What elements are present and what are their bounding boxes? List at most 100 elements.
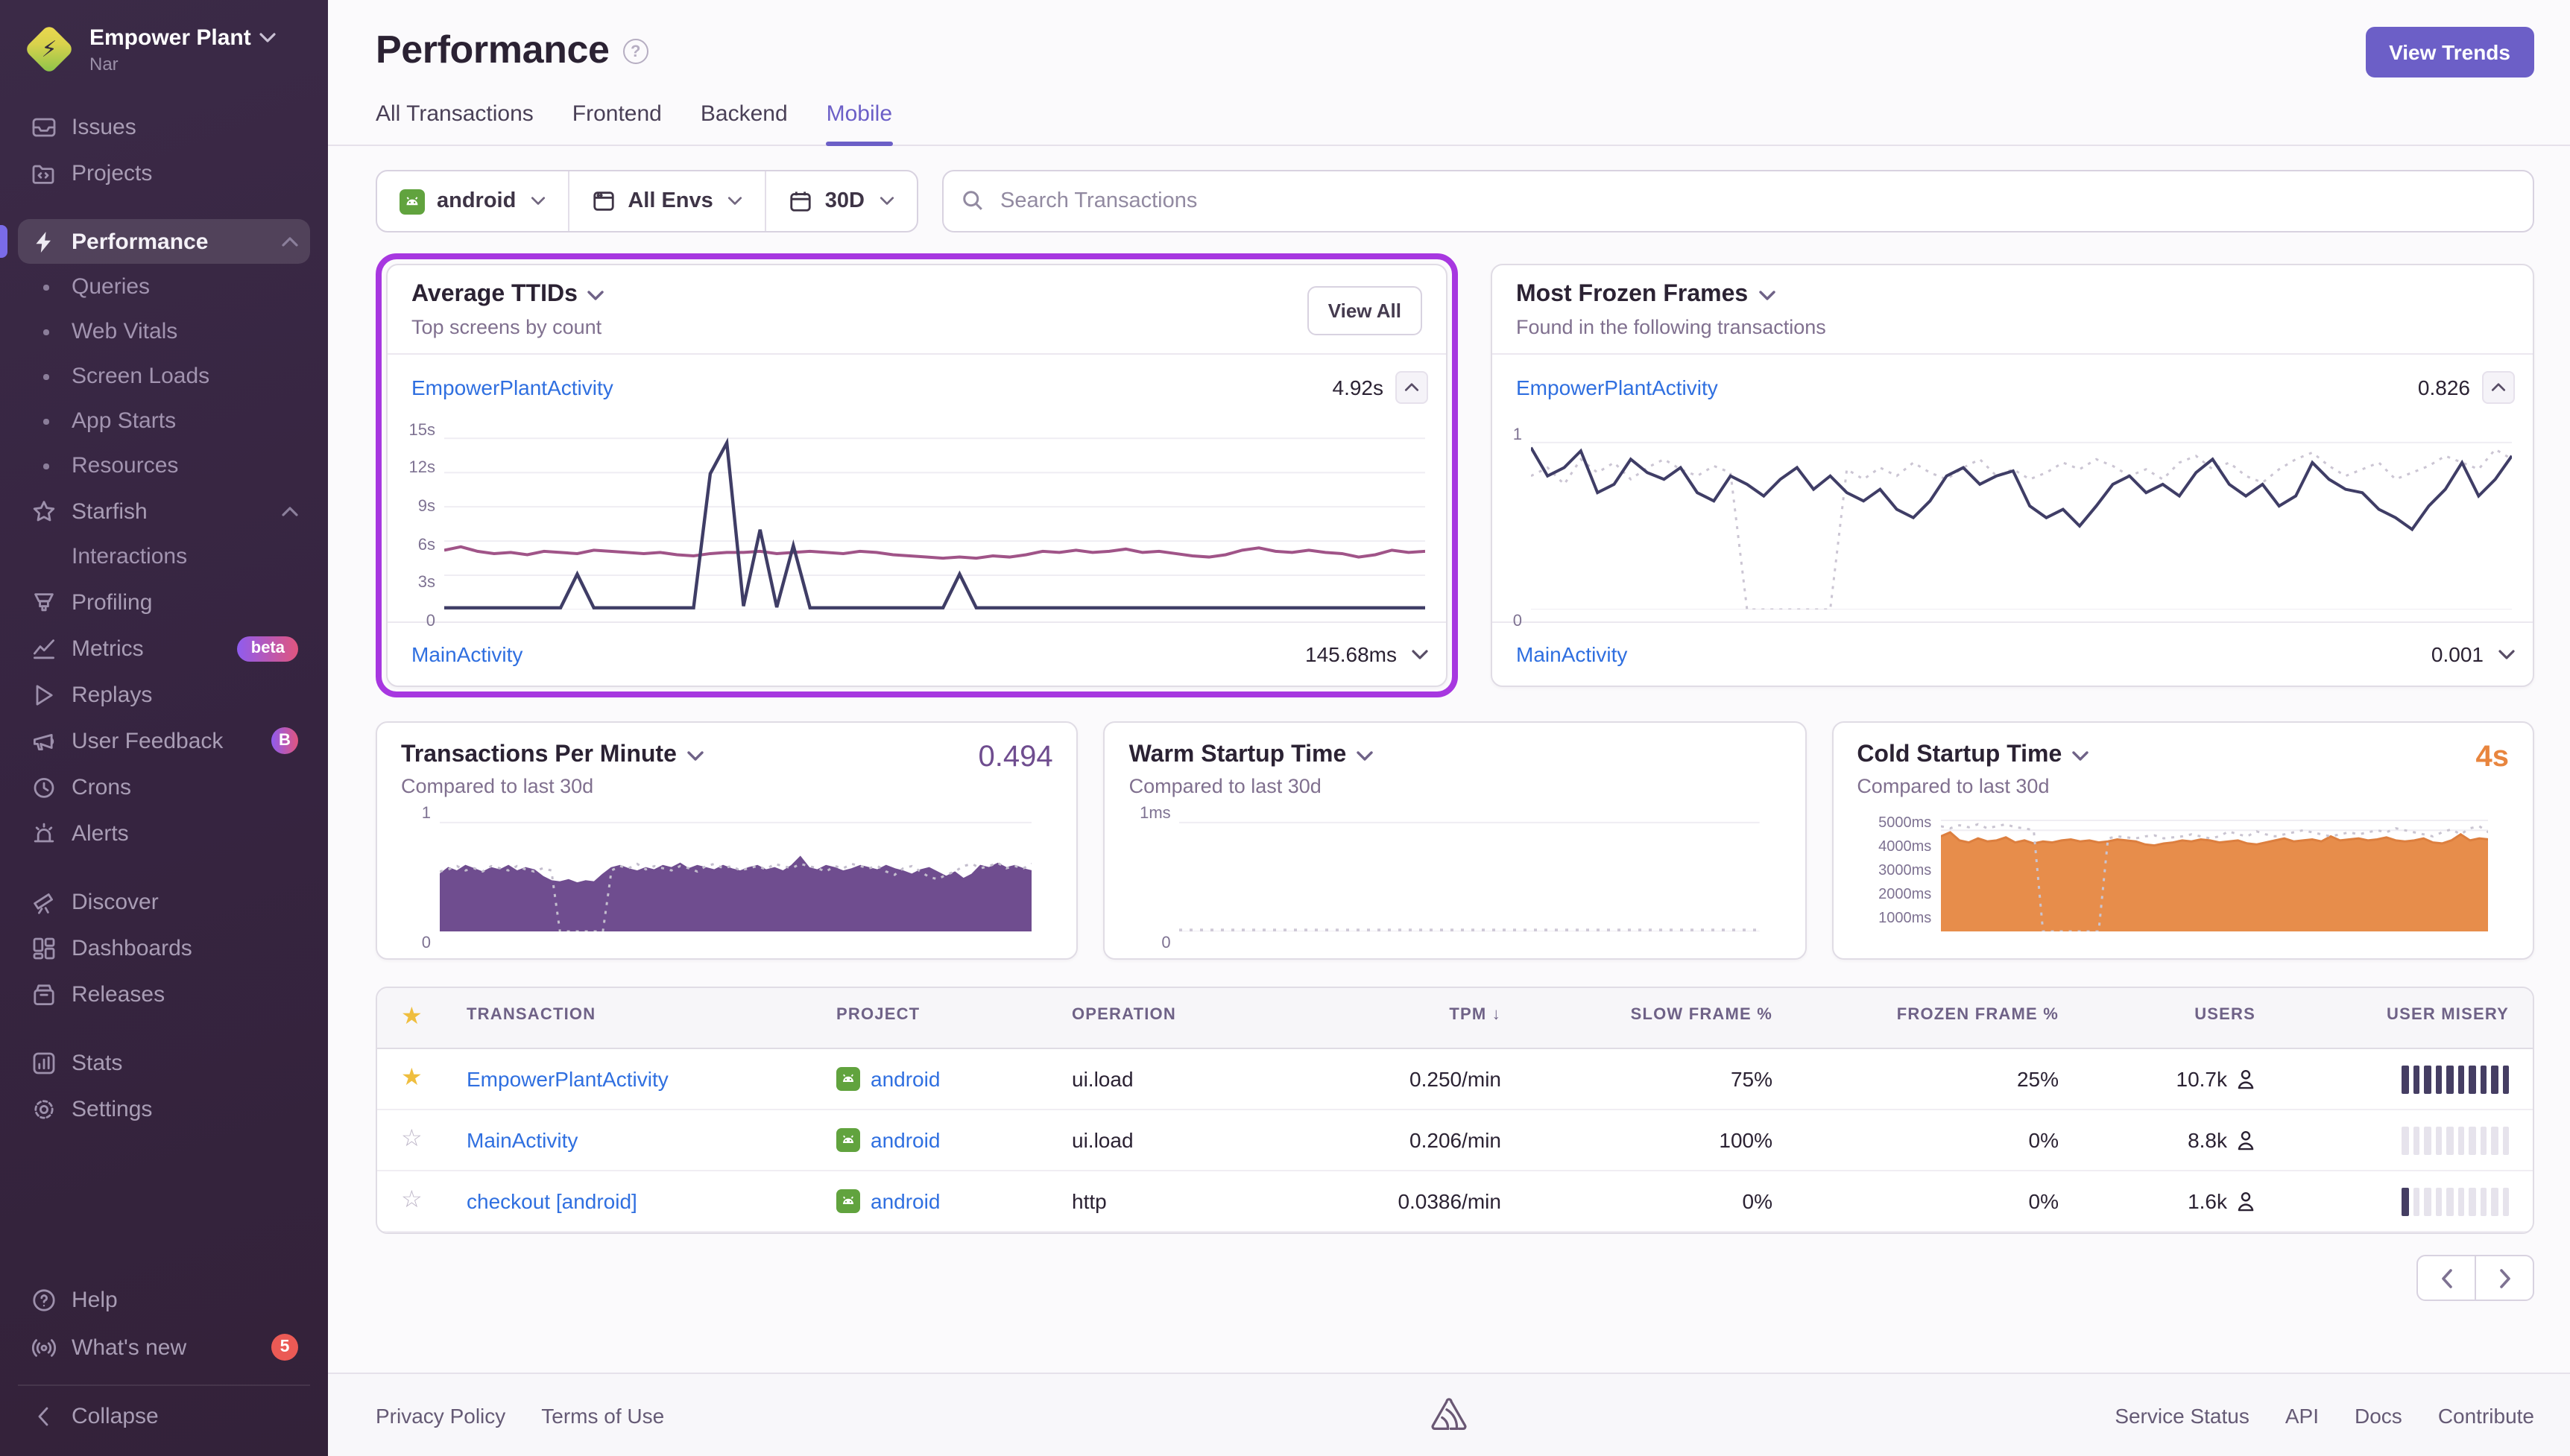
project-filter[interactable]: android	[377, 171, 568, 231]
sidebar-item-issues[interactable]: Issues	[18, 104, 310, 149]
y-axis-tick: 2000ms	[1878, 887, 1931, 903]
star-cell[interactable]: ☆	[377, 1110, 443, 1171]
cold-startup-title[interactable]: Cold Startup Time	[1857, 742, 2509, 769]
badge: beta	[238, 636, 298, 661]
help-icon[interactable]: ?	[623, 39, 648, 64]
star-outline-icon[interactable]: ☆	[401, 1189, 423, 1213]
sidebar-item-screen-loads[interactable]: Screen Loads	[18, 355, 310, 398]
star-cell[interactable]: ☆	[377, 1171, 443, 1232]
y-axis-tick: 1	[1513, 426, 1522, 444]
sidebar-item-stats[interactable]: Stats	[18, 1040, 310, 1085]
sidebar-item-help[interactable]: Help	[18, 1277, 310, 1322]
sidebar-item-performance[interactable]: Performance	[18, 219, 310, 264]
sidebar-item-collapse[interactable]: Collapse	[18, 1384, 310, 1441]
transaction-link[interactable]: checkout [android]	[467, 1189, 637, 1213]
sidebar-item-settings[interactable]: Settings	[18, 1086, 310, 1131]
users-cell: 8.8k	[2083, 1110, 2279, 1171]
sidebar-item-user-feedback[interactable]: User FeedbackB	[18, 718, 310, 763]
plot-area	[1180, 818, 1761, 931]
environment-filter[interactable]: All Envs	[568, 171, 765, 231]
tab-frontend[interactable]: Frontend	[572, 101, 662, 145]
column-header-users[interactable]: USERS	[2083, 988, 2279, 1049]
sidebar-item-projects[interactable]: Projects	[18, 151, 310, 195]
sidebar-item-starfish[interactable]: Starfish	[18, 489, 310, 534]
footer-link-privacy-policy[interactable]: Privacy Policy	[376, 1403, 505, 1427]
sidebar-item-label: Projects	[72, 160, 152, 186]
transaction-link[interactable]: EmpowerPlantActivity	[411, 376, 613, 399]
chevron-down-icon	[728, 197, 743, 206]
sidebar-item-interactions[interactable]: Interactions	[18, 535, 310, 578]
column-header-operation[interactable]: OPERATION	[1048, 988, 1269, 1049]
tab-backend[interactable]: Backend	[701, 101, 788, 145]
column-header-tpm[interactable]: TPM ↓	[1269, 988, 1525, 1049]
starfish-icon	[30, 498, 57, 524]
search-input[interactable]	[942, 170, 2534, 232]
dashboards-icon	[30, 935, 57, 960]
previous-page-button[interactable]	[2416, 1255, 2476, 1301]
users-cell: 10.7k	[2083, 1049, 2279, 1110]
transaction-link[interactable]: EmpowerPlantActivity	[467, 1067, 669, 1091]
transactions-table: ★ TRANSACTIONPROJECTOPERATIONTPM ↓SLOW FR…	[376, 987, 2534, 1234]
sidebar-item-what-s-new[interactable]: What's new5	[18, 1325, 310, 1370]
org-switcher[interactable]: ⚡ Empower Plant Nar	[18, 21, 310, 83]
sidebar-item-crons[interactable]: Crons	[18, 765, 310, 809]
column-header-slow-frame[interactable]: SLOW FRAME %	[1525, 988, 1796, 1049]
sidebar-item-label: Issues	[72, 114, 136, 139]
star-outline-icon[interactable]: ☆	[401, 1128, 423, 1152]
pagination	[376, 1255, 2534, 1301]
next-page-button[interactable]	[2475, 1255, 2534, 1301]
footer-link-api[interactable]: API	[2285, 1403, 2319, 1427]
column-header-user-misery[interactable]: USER MISERY	[2279, 988, 2533, 1049]
tab-all-transactions[interactable]: All Transactions	[376, 101, 534, 145]
sidebar-item-discover[interactable]: Discover	[18, 879, 310, 924]
collapse-row-button[interactable]	[1395, 371, 1428, 404]
sidebar-item-web-vitals[interactable]: Web Vitals	[18, 310, 310, 353]
footer-link-service-status[interactable]: Service Status	[2115, 1403, 2249, 1427]
sidebar-item-profiling[interactable]: Profiling	[18, 580, 310, 624]
average-ttids-title[interactable]: Average TTIDs	[411, 282, 1422, 308]
sidebar-item-releases[interactable]: Releases	[18, 972, 310, 1016]
project-link[interactable]: android	[871, 1128, 940, 1152]
most-frozen-frames-subtitle: Found in the following transactions	[1516, 316, 2509, 338]
sidebar-item-label: Stats	[72, 1050, 122, 1075]
tpm-title[interactable]: Transactions Per Minute	[401, 742, 1053, 769]
sidebar-item-queries[interactable]: Queries	[18, 265, 310, 308]
sidebar-section: Stats Settings	[18, 1040, 310, 1131]
date-range-filter[interactable]: 30D	[765, 171, 917, 231]
star-filled-icon[interactable]: ★	[401, 1067, 423, 1091]
view-trends-button[interactable]: View Trends	[2365, 27, 2534, 77]
sidebar-item-alerts[interactable]: Alerts	[18, 811, 310, 855]
transaction-cell: MainActivity	[443, 1110, 812, 1171]
footer-link-contribute[interactable]: Contribute	[2438, 1403, 2534, 1427]
expand-row-button[interactable]	[1412, 649, 1428, 659]
transaction-link[interactable]: MainActivity	[411, 642, 522, 666]
footer-link-docs[interactable]: Docs	[2355, 1403, 2402, 1427]
page-title: Performance ?	[376, 27, 648, 73]
column-header-frozen-frame[interactable]: FROZEN FRAME %	[1796, 988, 2083, 1049]
column-header-project[interactable]: PROJECT	[812, 988, 1048, 1049]
star-cell[interactable]: ★	[377, 1049, 443, 1110]
most-frozen-frames-title[interactable]: Most Frozen Frames	[1516, 282, 2509, 308]
sidebar-item-replays[interactable]: Replays	[18, 672, 310, 717]
collapse-row-button[interactable]	[2482, 371, 2515, 404]
transaction-link[interactable]: MainActivity	[467, 1128, 578, 1152]
transaction-link[interactable]: EmpowerPlantActivity	[1516, 376, 1718, 399]
tpm-value: 0.494	[979, 741, 1053, 775]
tab-mobile[interactable]: Mobile	[827, 101, 892, 145]
sidebar-item-app-starts[interactable]: App Starts	[18, 399, 310, 443]
project-link[interactable]: android	[871, 1189, 940, 1213]
help-icon	[30, 1287, 57, 1312]
sidebar-item-metrics[interactable]: Metricsbeta	[18, 626, 310, 671]
warm-startup-title[interactable]: Warm Startup Time	[1129, 742, 1781, 769]
org-logo-icon: ⚡	[24, 24, 75, 75]
sidebar-item-dashboards[interactable]: Dashboards	[18, 925, 310, 970]
expand-row-button[interactable]	[2498, 649, 2515, 659]
view-all-button[interactable]: View All	[1307, 286, 1422, 335]
sidebar-section: PerformanceQueriesWeb VitalsScreen Loads…	[18, 219, 310, 855]
footer-link-terms-of-use[interactable]: Terms of Use	[541, 1403, 664, 1427]
y-axis-tick: 0	[422, 934, 431, 952]
column-header-transaction[interactable]: TRANSACTION	[443, 988, 812, 1049]
project-link[interactable]: android	[871, 1067, 940, 1091]
sidebar-item-resources[interactable]: Resources	[18, 444, 310, 487]
transaction-link[interactable]: MainActivity	[1516, 642, 1627, 666]
